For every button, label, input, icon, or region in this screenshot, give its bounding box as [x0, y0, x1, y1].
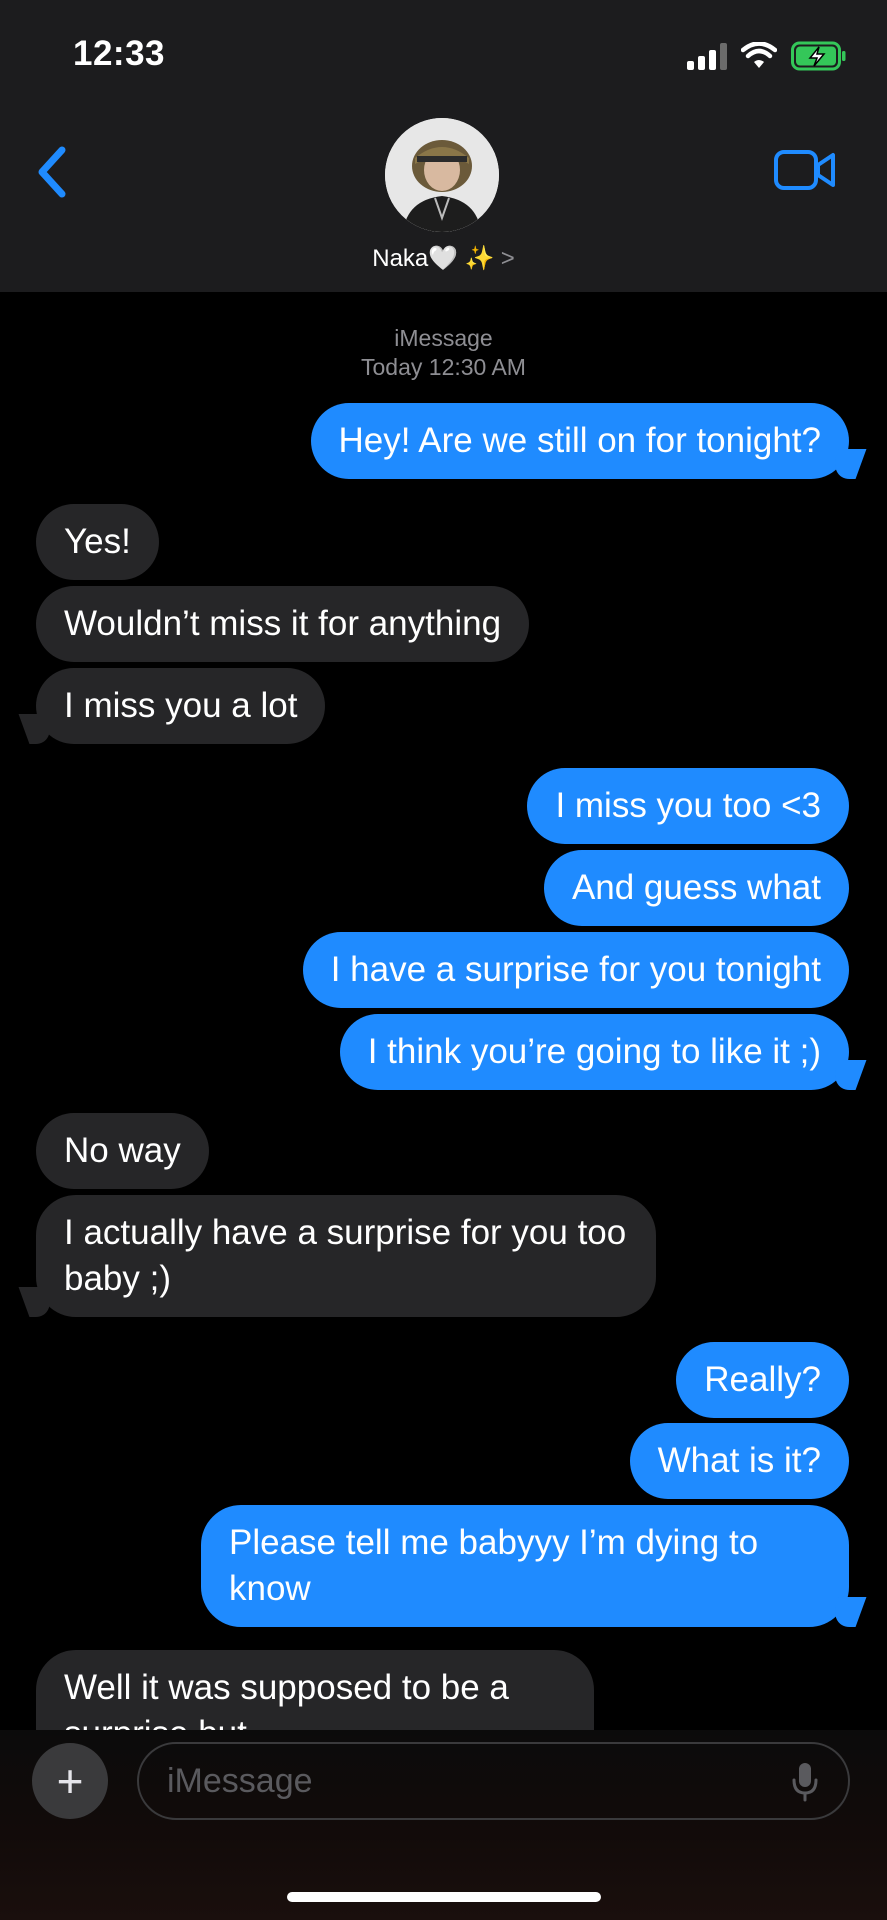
- chevron-right-icon: >: [500, 245, 515, 272]
- contact-name-button[interactable]: Naka🤍 ✨ >: [0, 244, 887, 273]
- message-bubble-received[interactable]: I miss you a lot: [36, 668, 326, 744]
- message-input[interactable]: iMessage: [137, 1742, 850, 1820]
- avatar-photo: [385, 118, 499, 232]
- thread-timestamp: Today 12:30 AM: [361, 354, 526, 380]
- apps-plus-button[interactable]: +: [32, 1743, 108, 1819]
- message-bubble-received[interactable]: No way: [36, 1113, 209, 1189]
- message-bubble-received[interactable]: I actually have a surprise for you too b…: [36, 1195, 656, 1317]
- service-label: iMessage: [394, 325, 493, 351]
- message-bubble-received[interactable]: Yes!: [36, 504, 159, 580]
- composer-bar: + iMessage: [0, 1730, 887, 1920]
- wifi-icon: [741, 42, 777, 68]
- message-thread[interactable]: iMessage Today 12:30 AM Hey! Are we stil…: [0, 292, 887, 1730]
- message-bubble-sent[interactable]: I have a surprise for you tonight: [302, 932, 849, 1008]
- battery-charging-icon: [791, 41, 846, 71]
- message-bubble-sent[interactable]: I think you’re going to like it ;): [339, 1014, 849, 1090]
- contact-avatar[interactable]: [385, 118, 499, 232]
- nav-header: 12:33 Naka🤍 ✨ >: [0, 0, 887, 292]
- message-bubble-sent[interactable]: Please tell me babyyy I’m dying to know: [201, 1505, 849, 1627]
- video-call-icon[interactable]: [773, 148, 837, 192]
- message-bubble-sent[interactable]: Hey! Are we still on for tonight?: [310, 403, 849, 479]
- back-chevron-icon[interactable]: [30, 140, 80, 204]
- message-bubble-sent[interactable]: Really?: [676, 1342, 849, 1418]
- message-bubble-received[interactable]: Well it was supposed to be a surprise bu…: [36, 1650, 594, 1730]
- status-time: 12:33: [73, 34, 166, 73]
- contact-name: Naka🤍 ✨: [372, 245, 495, 272]
- message-bubble-sent[interactable]: I miss you too <3: [527, 768, 849, 844]
- message-bubble-sent[interactable]: What is it?: [629, 1423, 849, 1499]
- home-indicator[interactable]: [287, 1892, 601, 1902]
- microphone-icon[interactable]: [792, 1762, 818, 1802]
- message-bubble-received[interactable]: Wouldn’t miss it for anything: [36, 586, 530, 662]
- status-icons: [687, 36, 847, 76]
- message-input-placeholder: iMessage: [167, 1762, 313, 1800]
- message-bubble-sent[interactable]: And guess what: [543, 850, 849, 926]
- signal-icon: [687, 42, 727, 70]
